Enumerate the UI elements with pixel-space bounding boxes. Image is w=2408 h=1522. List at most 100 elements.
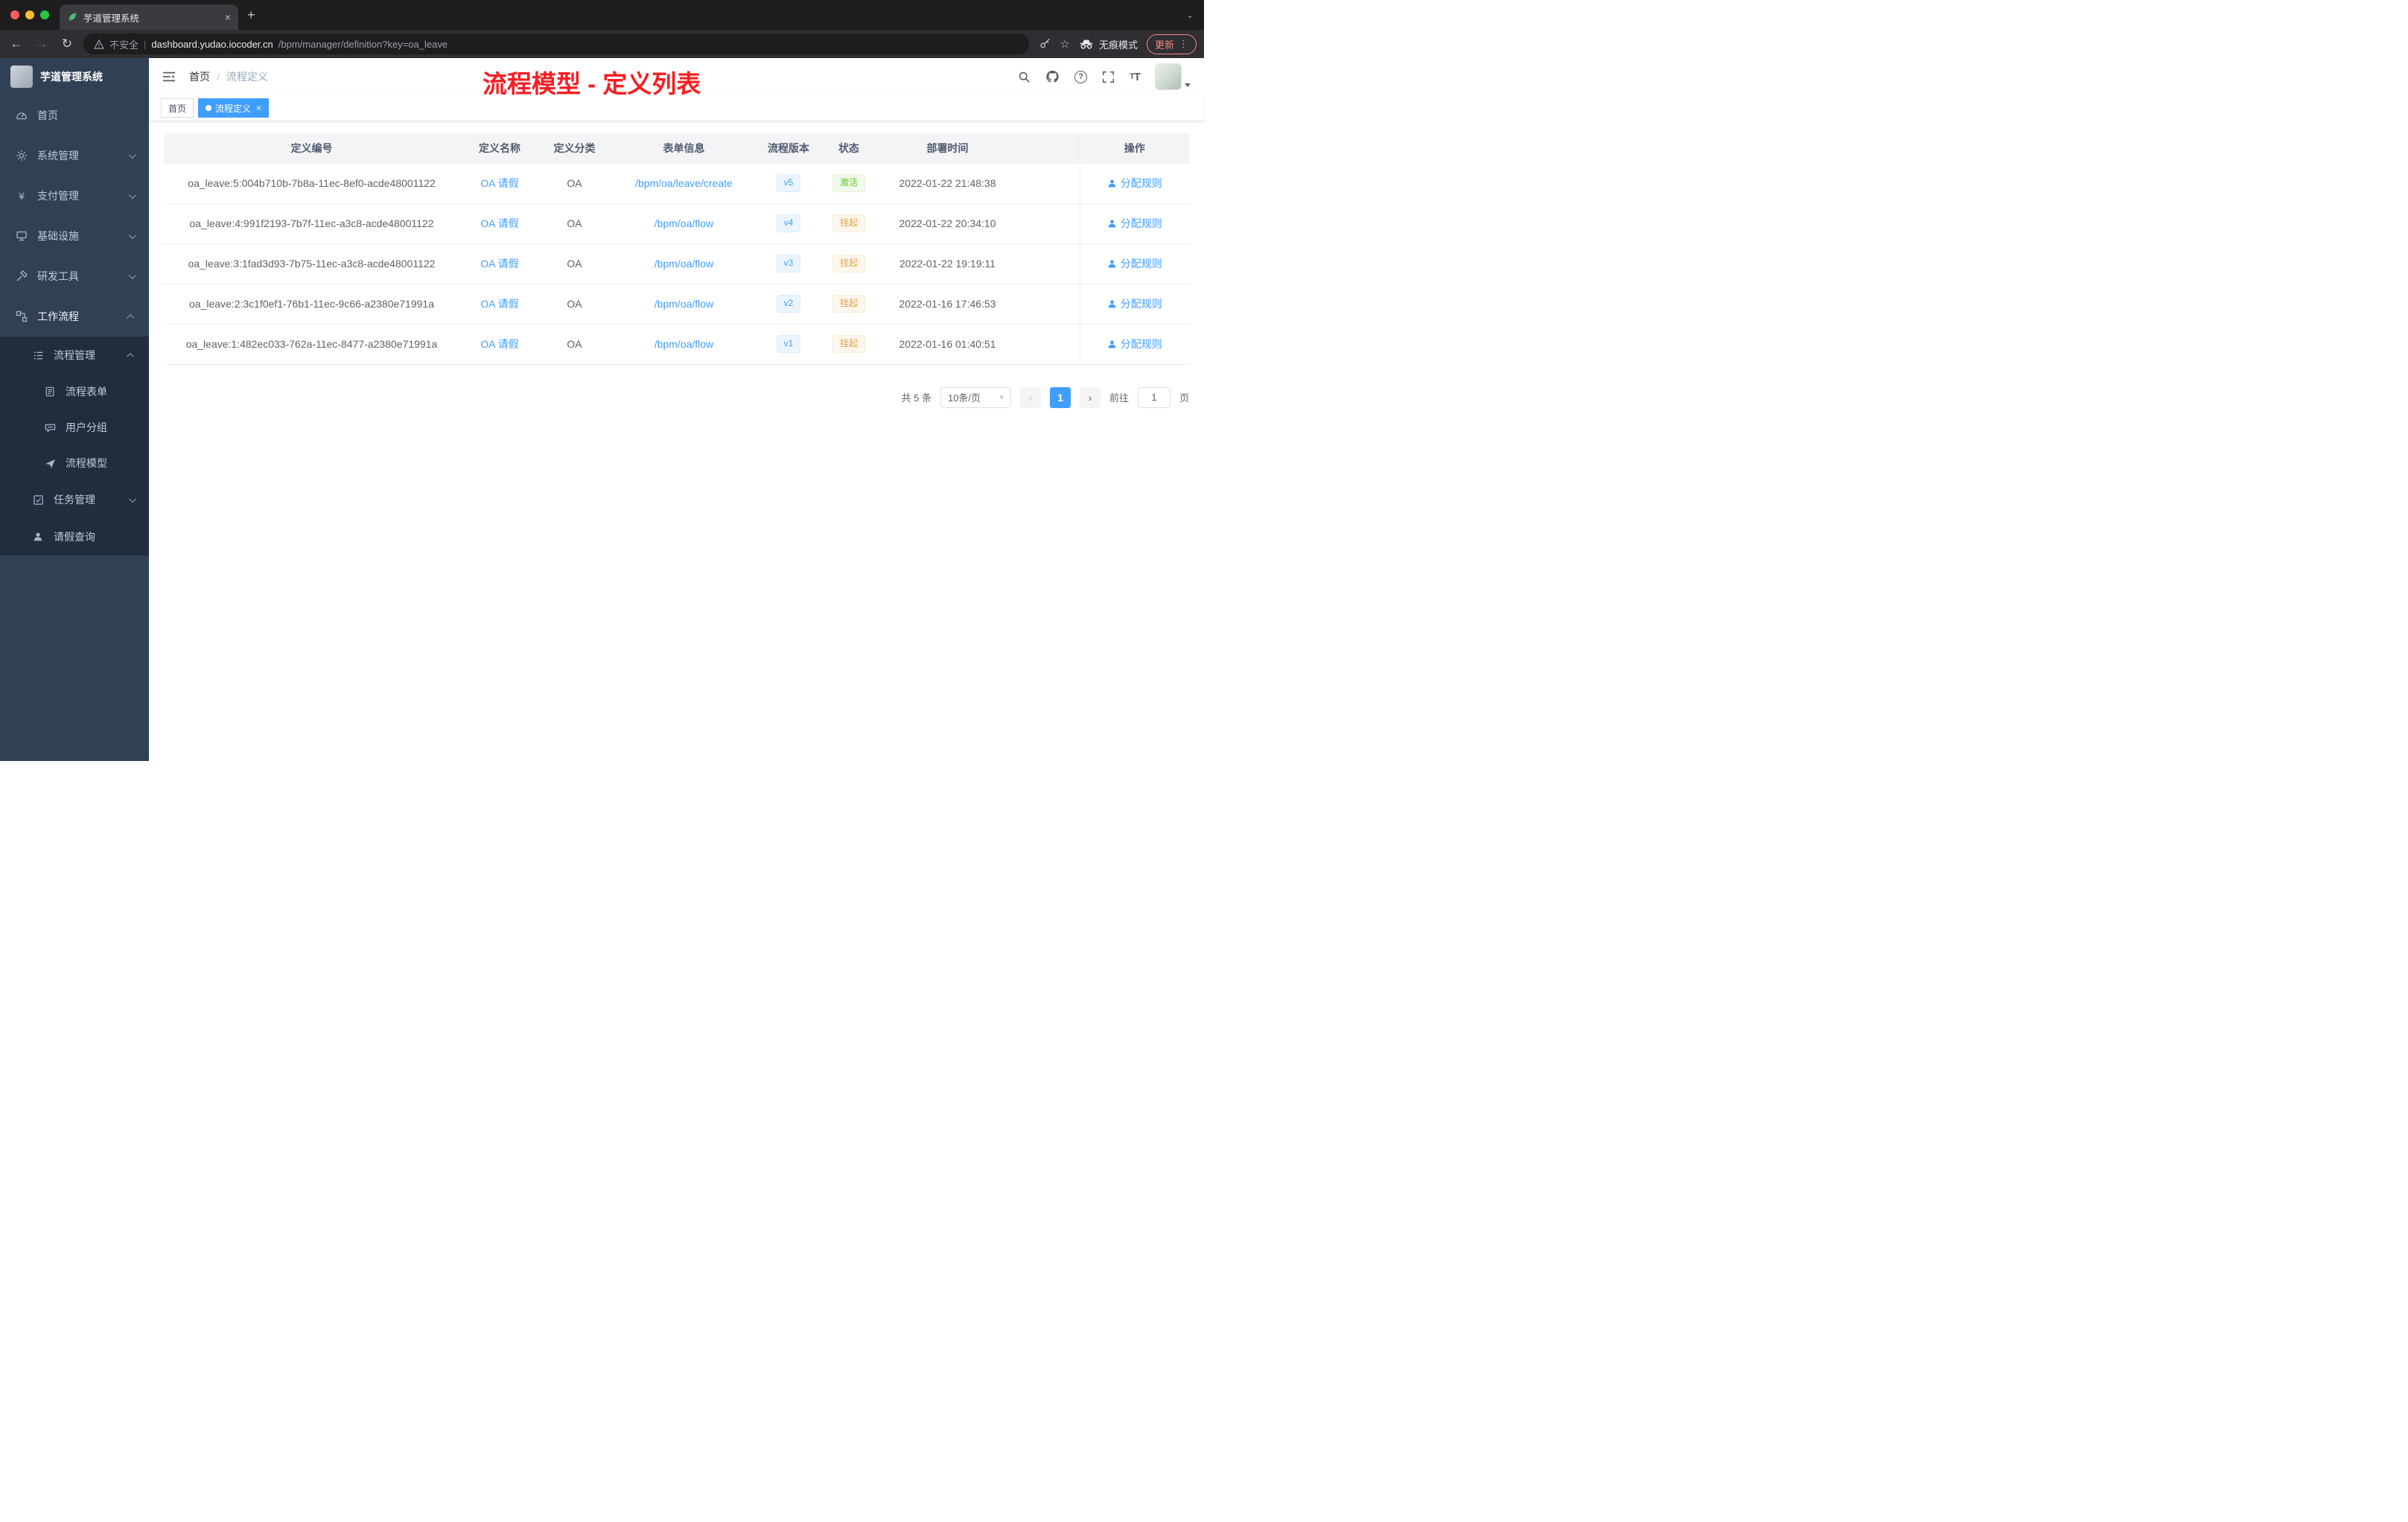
sidebar-item-label: 研发工具 — [37, 270, 79, 282]
font-size-icon[interactable]: TT — [1130, 71, 1141, 83]
password-key-icon[interactable] — [1039, 38, 1051, 50]
incognito-badge: 无痕模式 — [1079, 37, 1138, 51]
content-area: 定义编号 定义名称 定义分类 表单信息 流程版本 状态 部署时间 操作 oa_l… — [149, 121, 1204, 761]
status-badge: 挂起 — [832, 255, 865, 273]
form-link[interactable]: /bpm/oa/flow — [654, 298, 713, 310]
status-badge: 挂起 — [832, 295, 865, 313]
github-icon[interactable] — [1045, 70, 1060, 83]
sidebar-item-infrastructure[interactable]: 基础设施 — [0, 216, 149, 256]
form-link[interactable]: /bpm/oa/flow — [654, 217, 713, 229]
new-tab-button[interactable]: + — [247, 7, 255, 23]
definition-category: OA — [540, 243, 609, 284]
assign-rule-label: 分配规则 — [1120, 177, 1162, 189]
url-domain: dashboard.yudao.iocoder.cn — [151, 38, 273, 50]
toolbar-right-cluster: ☆ 无痕模式 更新 ⋮ — [1036, 34, 1197, 54]
assign-rule-label: 分配规则 — [1120, 298, 1162, 310]
incognito-icon — [1080, 39, 1093, 49]
window-controls — [0, 10, 60, 19]
sidebar-item-user-group[interactable]: 用户分组 — [0, 410, 149, 445]
table-header-row: 定义编号 定义名称 定义分类 表单信息 流程版本 状态 部署时间 操作 — [164, 133, 1189, 164]
workflow-icon — [15, 311, 28, 322]
close-window-button[interactable] — [10, 10, 19, 19]
table-row: oa_leave:2:3c1f0ef1-76b1-11ec-9c66-a2380… — [164, 284, 1189, 325]
tab-close-icon[interactable]: × — [225, 11, 231, 23]
prev-page-button[interactable]: ‹ — [1019, 386, 1041, 408]
address-bar[interactable]: 不安全 | dashboard.yudao.iocoder.cn/bpm/man… — [83, 34, 1029, 54]
definition-name-link[interactable]: OA 请假 — [480, 298, 518, 310]
forward-button[interactable]: → — [33, 36, 51, 51]
active-tag-dot — [206, 105, 212, 111]
avatar — [1155, 63, 1182, 90]
paper-plane-icon — [43, 458, 57, 469]
zoom-window-button[interactable] — [40, 10, 49, 19]
assign-rule-label: 分配规则 — [1120, 338, 1162, 350]
definition-name-link[interactable]: OA 请假 — [480, 258, 518, 270]
sidebar-item-payment[interactable]: ¥ 支付管理 — [0, 176, 149, 216]
tab-search-chevron-icon[interactable]: ⌄ — [1186, 10, 1204, 20]
browser-tab[interactable]: 芋道管理系统 × — [60, 4, 238, 30]
definition-name-link[interactable]: OA 请假 — [480, 217, 518, 229]
col-actions: 操作 — [1079, 133, 1189, 164]
sidebar-item-label: 请假查询 — [54, 531, 95, 543]
list-icon — [31, 350, 45, 361]
chevron-down-icon — [128, 231, 136, 239]
assign-rule-link[interactable]: 分配规则 — [1107, 296, 1162, 311]
sidebar-item-workflow[interactable]: 工作流程 — [0, 296, 149, 337]
sidebar-toggle-icon[interactable] — [162, 71, 176, 83]
sidebar-item-label: 流程模型 — [66, 457, 107, 469]
breadcrumb-home[interactable]: 首页 — [189, 69, 210, 84]
sidebar-item-process-form[interactable]: 流程表单 — [0, 374, 149, 410]
assign-rule-label: 分配规则 — [1120, 258, 1162, 270]
url-separator: | — [144, 38, 147, 50]
sidebar-item-label: 任务管理 — [54, 494, 95, 506]
monitor-icon — [15, 230, 28, 242]
help-icon[interactable]: ? — [1074, 70, 1088, 83]
form-link[interactable]: /bpm/oa/flow — [654, 338, 713, 350]
version-badge: v5 — [776, 174, 801, 192]
form-link[interactable]: /bpm/oa/leave/create — [635, 177, 733, 189]
sidebar-item-system[interactable]: 系统管理 — [0, 136, 149, 176]
browser-update-button[interactable]: 更新 ⋮ — [1146, 34, 1197, 54]
sidebar-item-home[interactable]: 首页 — [0, 95, 149, 136]
page-number-button[interactable]: 1 — [1049, 386, 1071, 408]
browser-menu-icon[interactable]: ⋮ — [1179, 38, 1188, 50]
chevron-down-icon — [128, 150, 136, 159]
fullscreen-icon[interactable] — [1102, 71, 1115, 83]
status-badge: 挂起 — [832, 214, 865, 232]
version-badge: v3 — [776, 255, 801, 273]
definition-name-link[interactable]: OA 请假 — [480, 177, 518, 189]
sidebar-item-process-model[interactable]: 流程模型 — [0, 445, 149, 481]
not-secure-warning-icon — [94, 39, 104, 49]
tag-process-definition[interactable]: 流程定义 × — [198, 98, 270, 118]
sidebar-item-task-management[interactable]: 任务管理 — [0, 481, 149, 518]
tag-home[interactable]: 首页 — [161, 98, 194, 118]
page-size-select[interactable]: 10条/页 ▾ — [940, 386, 1011, 408]
sidebar-item-leave-query[interactable]: 请假查询 — [0, 518, 149, 555]
task-icon — [31, 494, 45, 506]
definition-name-link[interactable]: OA 请假 — [480, 338, 518, 350]
definition-id: oa_leave:1:482ec033-762a-11ec-8477-a2380… — [164, 324, 459, 365]
url-path: /bpm/manager/definition?key=oa_leave — [278, 38, 448, 50]
bookmark-star-icon[interactable]: ☆ — [1060, 37, 1070, 51]
browser-toolbar: ← → ↻ 不安全 | dashboard.yudao.iocoder.cn/b… — [0, 30, 1204, 58]
goto-page-input[interactable] — [1137, 386, 1170, 408]
sidebar-logo[interactable]: 芋道管理系统 — [0, 58, 149, 95]
breadcrumb-current: 流程定义 — [226, 71, 268, 83]
form-link[interactable]: /bpm/oa/flow — [654, 258, 713, 270]
tag-close-icon[interactable]: × — [256, 103, 261, 113]
next-page-button[interactable]: › — [1079, 386, 1101, 408]
version-badge: v2 — [776, 295, 801, 313]
chevron-down-icon — [128, 191, 136, 199]
assign-rule-link[interactable]: 分配规则 — [1107, 176, 1162, 191]
back-button[interactable]: ← — [7, 36, 25, 51]
assign-rule-link[interactable]: 分配规则 — [1107, 256, 1162, 271]
reload-button[interactable]: ↻ — [58, 36, 76, 51]
sidebar-item-devtools[interactable]: 研发工具 — [0, 256, 149, 296]
search-icon[interactable] — [1018, 71, 1031, 83]
sidebar-item-process-management[interactable]: 流程管理 — [0, 337, 149, 374]
user-avatar-menu[interactable] — [1155, 63, 1191, 90]
sidebar-item-label: 流程管理 — [54, 349, 95, 361]
assign-rule-link[interactable]: 分配规则 — [1107, 216, 1162, 231]
assign-rule-link[interactable]: 分配规则 — [1107, 337, 1162, 351]
minimize-window-button[interactable] — [25, 10, 34, 19]
